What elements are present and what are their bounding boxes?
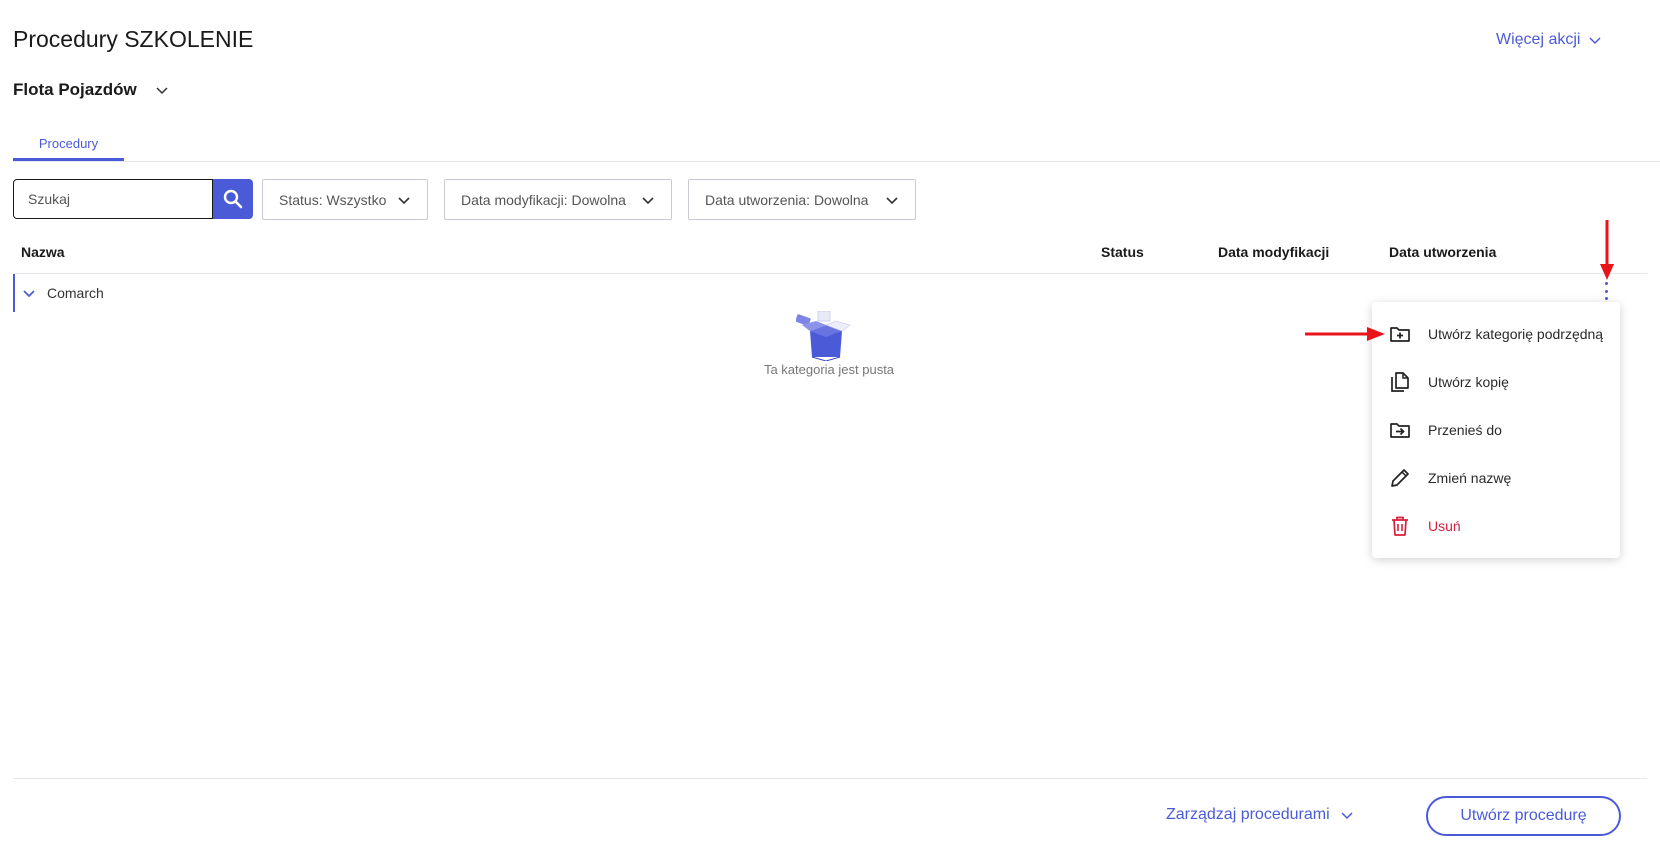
- column-header-name[interactable]: Nazwa: [21, 244, 65, 260]
- create-procedure-button[interactable]: Utwórz procedurę: [1426, 796, 1621, 836]
- column-header-status[interactable]: Status: [1101, 244, 1144, 260]
- empty-category-message: Ta kategoria jest pusta: [763, 362, 895, 377]
- menu-item-move-to[interactable]: Przenieś do: [1372, 406, 1620, 454]
- menu-item-create-copy[interactable]: Utwórz kopię: [1372, 358, 1620, 406]
- search-input[interactable]: [13, 179, 213, 219]
- table-header-divider: [13, 273, 1647, 274]
- annotation-arrow-down-icon: [1600, 220, 1614, 280]
- column-header-creation-date[interactable]: Data utworzenia: [1389, 244, 1496, 260]
- modification-date-filter-label: Data modyfikacji: Dowolna: [461, 191, 626, 208]
- menu-item-label: Utwórz kopię: [1428, 374, 1509, 390]
- modification-date-filter[interactable]: Data modyfikacji: Dowolna: [444, 179, 672, 220]
- more-actions-button[interactable]: Więcej akcji: [1496, 31, 1602, 49]
- search-icon: [223, 189, 243, 209]
- pencil-icon: [1391, 469, 1409, 487]
- menu-item-create-subcategory[interactable]: Utwórz kategorię podrzędną: [1372, 310, 1620, 358]
- module-selector-label: Flota Pojazdów: [13, 80, 137, 99]
- status-filter[interactable]: Status: Wszystko: [262, 179, 428, 220]
- menu-item-label: Przenieś do: [1428, 422, 1502, 438]
- category-row-name[interactable]: Comarch: [47, 285, 104, 301]
- chevron-down-icon: [642, 196, 654, 204]
- row-more-options-icon[interactable]: [1600, 281, 1612, 301]
- creation-date-filter-label: Data utworzenia: Dowolna: [705, 191, 869, 208]
- manage-procedures-button[interactable]: Zarządzaj procedurami: [1166, 806, 1354, 824]
- create-folder-icon: [1390, 327, 1410, 342]
- chevron-down-icon: [398, 196, 410, 204]
- chevron-down-icon: [1589, 37, 1601, 45]
- chevron-down-icon: [156, 87, 168, 95]
- annotation-arrow-right-icon: [1305, 327, 1385, 341]
- menu-item-label: Utwórz kategorię podrzędną: [1428, 326, 1604, 342]
- expand-chevron-icon[interactable]: [22, 286, 36, 300]
- row-context-menu: Utwórz kategorię podrzędną Utwórz kopię …: [1372, 302, 1620, 558]
- move-folder-icon: [1390, 423, 1410, 438]
- trash-icon: [1392, 516, 1408, 536]
- column-header-modification-date[interactable]: Data modyfikacji: [1218, 244, 1329, 260]
- module-selector[interactable]: Flota Pojazdów: [13, 80, 169, 100]
- page-title: Procedury SZKOLENIE: [13, 26, 254, 52]
- menu-item-delete[interactable]: Usuń: [1372, 502, 1620, 550]
- copy-icon: [1391, 372, 1409, 392]
- menu-item-rename[interactable]: Zmień nazwę: [1372, 454, 1620, 502]
- manage-procedures-label: Zarządzaj procedurami: [1166, 806, 1330, 823]
- chevron-down-icon: [886, 196, 898, 204]
- tab-procedury[interactable]: Procedury: [13, 134, 124, 161]
- footer-divider: [13, 778, 1647, 779]
- menu-item-label: Usuń: [1428, 518, 1461, 534]
- row-selection-marker: [13, 274, 15, 312]
- tab-divider: [13, 161, 1660, 162]
- creation-date-filter[interactable]: Data utworzenia: Dowolna: [688, 179, 916, 220]
- more-actions-label: Więcej akcji: [1496, 31, 1581, 48]
- status-filter-label: Status: Wszystko: [279, 191, 387, 208]
- search-button[interactable]: [213, 179, 253, 219]
- menu-item-label: Zmień nazwę: [1428, 470, 1512, 486]
- chevron-down-icon: [1341, 812, 1353, 820]
- empty-box-illustration: [796, 311, 851, 361]
